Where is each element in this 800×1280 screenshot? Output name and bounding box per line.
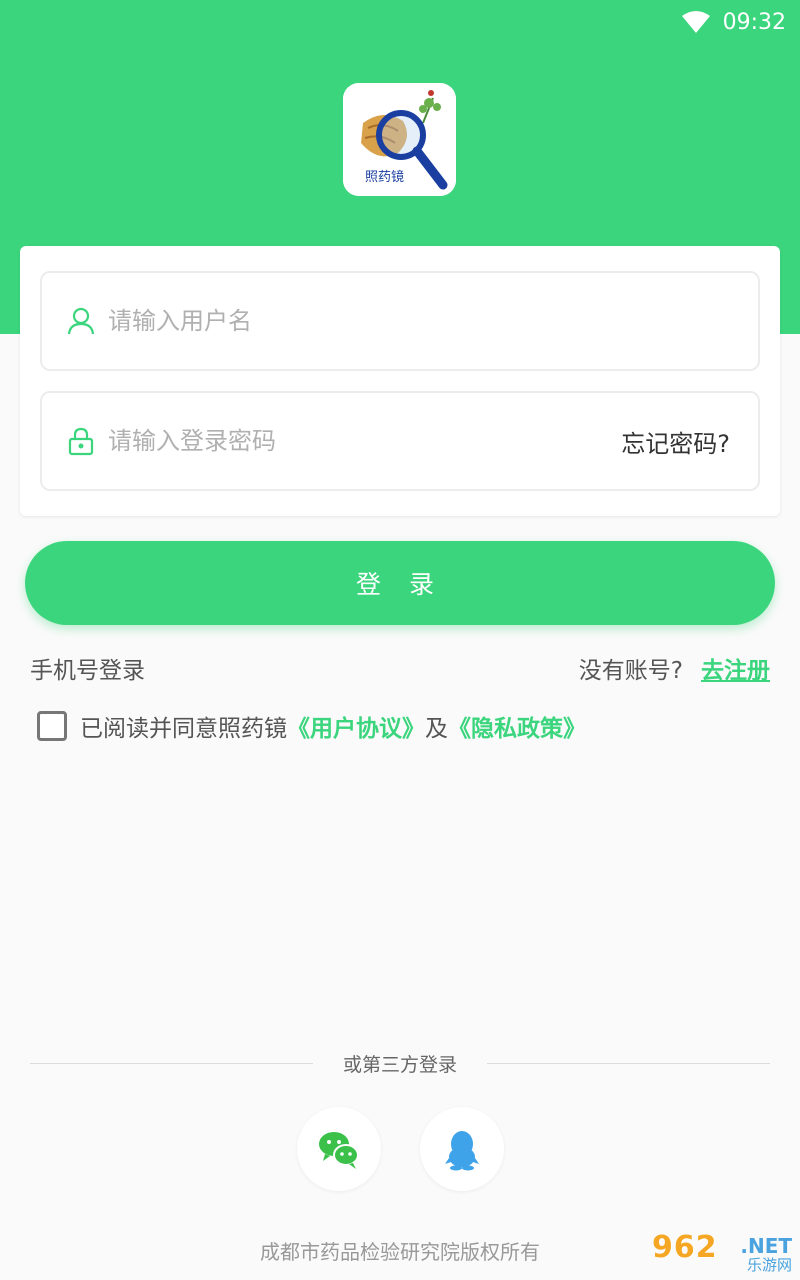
lock-icon: [68, 427, 94, 456]
login-form-card: 忘记密码?: [20, 246, 780, 516]
wechat-icon: [319, 1132, 359, 1169]
login-button[interactable]: 登 录: [25, 541, 775, 625]
agreement-conjunction: 及: [425, 716, 448, 742]
agreement-checkbox[interactable]: [37, 711, 67, 741]
register-link[interactable]: 去注册: [701, 651, 770, 685]
app-logo: 照药镜: [343, 83, 456, 196]
user-icon: [67, 307, 95, 335]
username-input[interactable]: [108, 291, 730, 351]
password-field[interactable]: 忘记密码?: [40, 391, 760, 491]
third-party-title: 或第三方登录: [343, 1053, 458, 1076]
privacy-policy-link[interactable]: 《隐私政策》: [448, 709, 586, 743]
logo-text: 照药镜: [365, 170, 404, 185]
wifi-icon: [681, 11, 710, 33]
divider-line-left: [30, 1062, 313, 1064]
wechat-login-button[interactable]: [297, 1107, 381, 1191]
username-field[interactable]: [40, 271, 760, 371]
watermark-logo: 962 .NET 乐游网: [652, 1230, 792, 1274]
qq-icon: [445, 1131, 479, 1171]
watermark-number: 962: [652, 1230, 718, 1265]
third-party-divider: 或第三方登录: [30, 1048, 771, 1078]
agreement-row: 已阅读并同意照药镜 《用户协议》 及 《隐私政策》: [37, 706, 586, 746]
magnifier-herb-logo-icon: 照药镜: [343, 83, 456, 196]
watermark-text: 乐游网: [746, 1256, 792, 1274]
forgot-password-link[interactable]: 忘记密码?: [621, 424, 730, 459]
status-time: 09:32: [722, 9, 786, 35]
register-group: 没有账号? 去注册: [579, 651, 770, 685]
agreement-prefix: 已阅读并同意照药镜: [80, 716, 287, 742]
no-account-text: 没有账号?: [578, 658, 683, 684]
status-bar: 09:32: [0, 0, 800, 44]
phone-login-link[interactable]: 手机号登录: [30, 651, 145, 685]
qq-login-button[interactable]: [420, 1107, 504, 1191]
divider-line-right: [487, 1062, 771, 1064]
user-agreement-link[interactable]: 《用户协议》: [287, 709, 425, 743]
password-input[interactable]: [108, 411, 622, 471]
auth-links-row: 手机号登录 没有账号? 去注册: [30, 648, 770, 688]
